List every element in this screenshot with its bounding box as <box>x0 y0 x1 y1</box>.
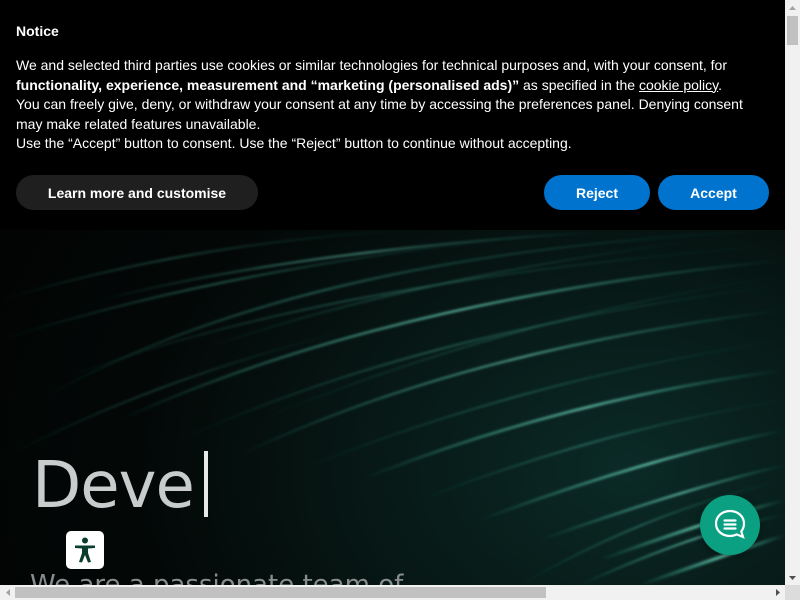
vertical-scrollbar-thumb[interactable] <box>787 16 798 45</box>
cookie-notice-text: We and selected third parties use cookie… <box>16 56 761 154</box>
hero-subtitle: We are a passionate team of <box>30 570 404 585</box>
vertical-scrollbar[interactable] <box>785 0 800 585</box>
accessibility-widget-button[interactable] <box>66 531 104 569</box>
scroll-left-arrow-icon[interactable] <box>0 585 15 600</box>
scroll-right-arrow-icon[interactable] <box>770 585 785 600</box>
chat-launcher-button[interactable] <box>700 495 760 555</box>
hero-title-text: Deve <box>32 449 195 523</box>
cookie-text-specified: as specified in the <box>519 76 639 93</box>
learn-more-customise-button[interactable]: Learn more and customise <box>16 175 258 210</box>
horizontal-scrollbar-thumb[interactable] <box>15 587 546 598</box>
hero-typed-title: Deve <box>32 446 208 526</box>
cookie-policy-link[interactable]: cookie policy <box>639 77 718 93</box>
accessibility-person-icon <box>75 537 95 563</box>
cookie-text-period: . <box>718 76 722 93</box>
cookie-text-purposes: functionality, experience, measurement a… <box>16 76 520 93</box>
horizontal-scrollbar[interactable] <box>0 585 785 600</box>
scroll-up-arrow-icon[interactable] <box>785 0 800 15</box>
page-viewport: Deve We are a passionate team of Notice … <box>0 0 785 585</box>
cookie-text-instructions: Use the “Accept” button to consent. Use … <box>16 135 572 152</box>
cookie-text-consent: You can freely give, deny, or withdraw y… <box>16 96 743 132</box>
accept-button[interactable]: Accept <box>658 175 769 210</box>
scrollbar-corner <box>785 585 800 600</box>
cookie-text-intro: We and selected third parties use cookie… <box>16 57 727 73</box>
cookie-notice-banner: Notice We and selected third parties use… <box>0 0 785 230</box>
scroll-down-arrow-icon[interactable] <box>785 570 800 585</box>
chat-bubble-icon <box>714 509 746 539</box>
reject-button[interactable]: Reject <box>544 175 650 210</box>
typing-cursor <box>203 451 208 517</box>
cookie-notice-title: Notice <box>16 23 59 39</box>
